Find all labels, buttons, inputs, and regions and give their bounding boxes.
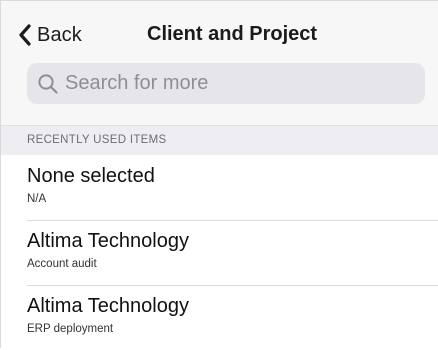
list-item-subtitle: ERP deployment bbox=[27, 323, 114, 335]
search-input[interactable]: Search for more bbox=[27, 63, 425, 104]
search-icon bbox=[38, 73, 58, 94]
list-item-title: None selected bbox=[27, 165, 155, 187]
section-header-label: RECENTLY USED ITEMS bbox=[27, 134, 167, 146]
list-item-erp-deployment[interactable]: Altima Technology ERP deployment bbox=[1, 285, 438, 350]
page-title: Client and Project bbox=[147, 23, 318, 45]
list-item-account-audit[interactable]: Altima Technology Account audit bbox=[1, 220, 438, 285]
list-item-title: Altima Technology bbox=[27, 230, 189, 252]
chevron-left-icon bbox=[19, 24, 31, 46]
list-item-subtitle: N/A bbox=[27, 193, 47, 205]
list-item-subtitle: Account audit bbox=[27, 258, 97, 270]
search-placeholder: Search for more bbox=[65, 72, 209, 94]
back-button[interactable]: Back bbox=[15, 18, 82, 52]
list-item-title: Altima Technology bbox=[27, 295, 189, 317]
navigation-bar: Back Client and Project Search for more bbox=[1, 1, 438, 125]
client-project-picker: Back Client and Project Search for more … bbox=[0, 0, 438, 348]
back-label: Back bbox=[37, 23, 82, 46]
section-header: RECENTLY USED ITEMS bbox=[1, 125, 438, 155]
recent-items-list: None selected N/A Altima Technology Acco… bbox=[1, 155, 438, 350]
list-item-none-selected[interactable]: None selected N/A bbox=[1, 155, 438, 220]
